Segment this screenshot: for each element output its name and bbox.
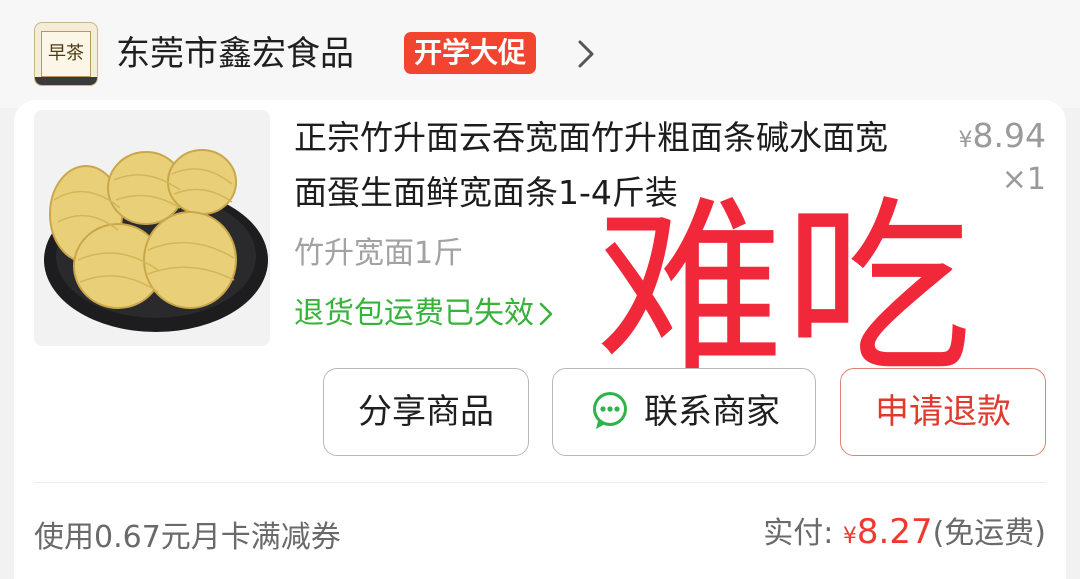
logo-band	[35, 77, 97, 85]
shipping-insurance-link[interactable]: 退货包运费已失效	[294, 288, 554, 332]
amount-paid: 实付: ¥8.27(免运费)	[640, 508, 1046, 552]
paid-amount: ¥8.27	[843, 512, 933, 552]
chevron-right-icon[interactable]	[576, 38, 596, 70]
order-detail-screen: 早茶 东莞市鑫宏食品 开学大促 正宗竹升面云吞宽面竹升粗面条碱水面宽面蛋生面鲜宽…	[0, 0, 1080, 579]
contact-seller-button[interactable]: 联系商家	[552, 368, 816, 456]
paid-label: 实付:	[763, 516, 834, 551]
item-price: ¥8.94	[930, 116, 1046, 155]
coupon-info: 使用0.67元月卡满减券	[34, 520, 341, 555]
overlay-annotation: 难吃	[596, 180, 972, 399]
divider	[34, 482, 1046, 483]
chevron-right-icon	[539, 302, 553, 326]
promo-badge: 开学大促	[404, 32, 537, 74]
contact-seller-label: 联系商家	[644, 392, 780, 432]
request-refund-button[interactable]: 申请退款	[840, 368, 1046, 456]
shipping-note-text: 退货包运费已失效	[294, 296, 534, 331]
store-name[interactable]: 东莞市鑫宏食品	[116, 30, 354, 78]
paid-note: (免运费)	[932, 516, 1046, 551]
store-logo: 早茶	[34, 22, 98, 86]
noodle-plate-image	[34, 110, 270, 346]
paid-currency: ¥	[842, 524, 857, 549]
price-value: 8.94	[972, 116, 1046, 155]
store-logo-text: 早茶	[48, 43, 84, 64]
product-image[interactable]	[34, 110, 270, 346]
price-currency: ¥	[958, 128, 973, 153]
item-variant: 竹升宽面1斤	[294, 236, 464, 271]
paid-value: 8.27	[856, 512, 933, 552]
store-header[interactable]: 早茶 东莞市鑫宏食品 开学大促	[0, 0, 1080, 108]
chat-bubble-icon	[593, 392, 627, 429]
share-product-button[interactable]: 分享商品	[323, 368, 529, 456]
